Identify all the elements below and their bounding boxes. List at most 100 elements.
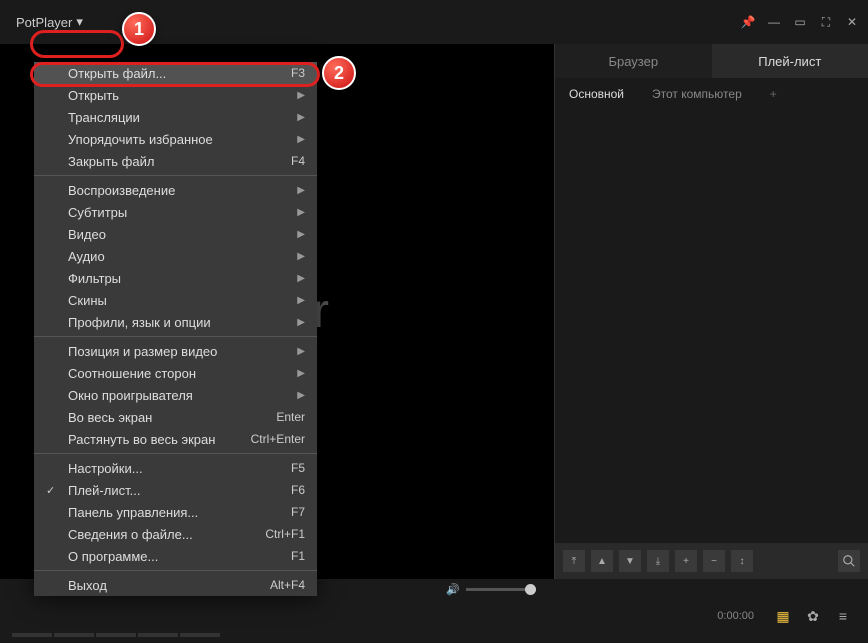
main-context-menu: Открыть файл...F3Открыть▶Трансляции▶Упор… [34, 62, 317, 596]
menu-item[interactable]: Закрыть файлF4 [34, 150, 317, 172]
submenu-arrow-icon: ▶ [297, 317, 305, 328]
menu-item[interactable]: Позиция и размер видео ▶ [34, 340, 317, 362]
submenu-arrow-icon: ▶ [297, 229, 305, 240]
menu-item-label: Закрыть файл [68, 154, 154, 169]
menu-item[interactable]: Воспроизведение▶ [34, 179, 317, 201]
menu-item[interactable]: Открыть ▶ [34, 84, 317, 106]
menu-item[interactable]: Настройки... F5 [34, 457, 317, 479]
menu-item-label: Сведения о файле... [68, 527, 193, 542]
menu-item[interactable]: Видео ▶ [34, 223, 317, 245]
submenu-arrow-icon: ▶ [297, 251, 305, 262]
menu-item[interactable]: Окно проигрывателя ▶ [34, 384, 317, 406]
volume-slider[interactable] [466, 588, 536, 591]
menu-item[interactable]: Открыть файл... F3 [34, 62, 317, 84]
submenu-arrow-icon: ▶ [297, 112, 305, 123]
menu-hotkey: F3 [291, 66, 305, 80]
app-menu-label: PotPlayer [16, 15, 72, 30]
submenu-arrow-icon: ▶ [297, 346, 305, 357]
menu-item[interactable]: Скины ▶ [34, 289, 317, 311]
menu-item-label: Субтитры [68, 205, 127, 220]
menu-item[interactable]: Фильтры▶ [34, 267, 317, 289]
time-display: 0:00:00 [717, 610, 754, 622]
fullscreen-icon[interactable]: ⛶ [818, 14, 834, 30]
menu-item-label: Открыть файл... [68, 66, 166, 81]
menu-item-label: Позиция и размер видео [68, 344, 217, 359]
search-icon[interactable] [838, 550, 860, 572]
menu-item-label: Плей-лист... [68, 483, 140, 498]
pin-icon[interactable]: 📌 [740, 14, 756, 30]
menu-item-label: Упорядочить избранное [68, 132, 213, 147]
restore-icon[interactable]: ▭ [792, 14, 808, 30]
menu-item-label: Открыть [68, 88, 119, 103]
menu-item[interactable]: Упорядочить избранное ▶ [34, 128, 317, 150]
submenu-arrow-icon: ▶ [297, 90, 305, 101]
menu-hotkey: F5 [291, 461, 305, 475]
pl-down-icon[interactable]: ▼ [619, 550, 641, 572]
submenu-arrow-icon: ▶ [297, 207, 305, 218]
subtab-main[interactable]: Основной [555, 78, 638, 110]
menu-separator [34, 570, 317, 571]
chapter-mark [12, 633, 52, 637]
menu-item-label: Соотношение сторон [68, 366, 196, 381]
settings-icon[interactable]: ✿ [800, 603, 826, 629]
subtab-add[interactable]: + [756, 78, 791, 110]
menu-item[interactable]: ✓ Плей-лист... F6 [34, 479, 317, 501]
menu-item-label: Видео [68, 227, 106, 242]
menu-item[interactable]: Соотношение сторон ▶ [34, 362, 317, 384]
menu-item-label: Скины [68, 293, 107, 308]
menu-separator [34, 453, 317, 454]
menu-item[interactable]: Во весь экран Enter [34, 406, 317, 428]
menu-hotkey: F6 [291, 483, 305, 497]
menu-item[interactable]: Аудио ▶ [34, 245, 317, 267]
menu-item-label: Панель управления... [68, 505, 198, 520]
check-icon: ✓ [46, 484, 55, 497]
submenu-arrow-icon: ▶ [297, 185, 305, 196]
menu-item-label: Окно проигрывателя [68, 388, 193, 403]
menu-item[interactable]: Субтитры ▶ [34, 201, 317, 223]
tab-playlist[interactable]: Плей-лист [712, 44, 868, 78]
menu-hotkey: F1 [291, 549, 305, 563]
chapter-mark [138, 633, 178, 637]
menu-item-label: Аудио [68, 249, 105, 264]
chapter-mark [180, 633, 220, 637]
menu-item[interactable]: Сведения о файле...Ctrl+F1 [34, 523, 317, 545]
menu-item[interactable]: Трансляции ▶ [34, 106, 317, 128]
menu-item[interactable]: Профили, язык и опции▶ [34, 311, 317, 333]
minimize-icon[interactable]: — [766, 14, 782, 30]
pl-add-icon[interactable]: + [675, 550, 697, 572]
menu-item-label: Растянуть во весь экран [68, 432, 215, 447]
chapter-mark [96, 633, 136, 637]
pl-top-icon[interactable]: ⤒ [563, 550, 585, 572]
submenu-arrow-icon: ▶ [297, 295, 305, 306]
app-menu-button[interactable]: PotPlayer ▾ [8, 11, 91, 33]
menu-item[interactable]: О программе... F1 [34, 545, 317, 567]
menu-item-label: Во весь экран [68, 410, 152, 425]
menu-hotkey: Enter [276, 410, 305, 424]
submenu-arrow-icon: ▶ [297, 273, 305, 284]
pl-bottom-icon[interactable]: ⤓ [647, 550, 669, 572]
submenu-arrow-icon: ▶ [297, 134, 305, 145]
pl-sort-icon[interactable]: ↕ [731, 550, 753, 572]
subtab-computer[interactable]: Этот компьютер [638, 78, 756, 110]
submenu-arrow-icon: ▶ [297, 390, 305, 401]
menu-item-label: О программе... [68, 549, 158, 564]
annotation-bubble-1: 1 [122, 12, 156, 46]
menu-icon[interactable]: ≡ [830, 603, 856, 629]
menu-hotkey: F7 [291, 505, 305, 519]
menu-item[interactable]: ВыходAlt+F4 [34, 574, 317, 596]
close-icon[interactable]: ✕ [844, 14, 860, 30]
menu-hotkey: Alt+F4 [270, 578, 305, 592]
menu-item[interactable]: Панель управления... F7 [34, 501, 317, 523]
tab-browser[interactable]: Браузер [555, 44, 712, 78]
pl-remove-icon[interactable]: − [703, 550, 725, 572]
menu-separator [34, 336, 317, 337]
submenu-arrow-icon: ▶ [297, 368, 305, 379]
menu-item-label: Настройки... [68, 461, 143, 476]
annotation-bubble-2: 2 [322, 56, 356, 90]
menu-item-label: Трансляции [68, 110, 140, 125]
pl-up-icon[interactable]: ▲ [591, 550, 613, 572]
menu-item[interactable]: Растянуть во весь экран Ctrl+Enter [34, 428, 317, 450]
menu-hotkey: Ctrl+Enter [251, 432, 305, 446]
volume-icon[interactable]: 🔊 [446, 583, 460, 596]
subtitle-icon[interactable]: ▦ [770, 603, 796, 629]
